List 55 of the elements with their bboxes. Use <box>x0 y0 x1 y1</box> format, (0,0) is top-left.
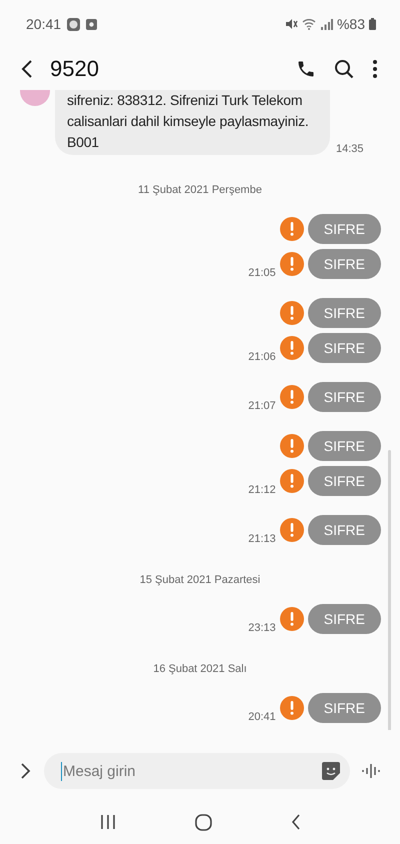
outgoing-message: SIFRE <box>308 298 381 328</box>
failed-warning-icon[interactable] <box>280 336 304 360</box>
outgoing-message: SIFRE <box>308 466 381 496</box>
voice-input-icon[interactable] <box>362 762 382 780</box>
contact-title: 9520 <box>50 56 100 82</box>
scrollbar[interactable] <box>388 450 391 730</box>
outgoing-message: SIFRE <box>308 431 381 461</box>
outgoing-message: SIFRE <box>308 333 381 363</box>
battery-icon <box>369 18 376 30</box>
status-time: 20:41 <box>26 16 62 32</box>
phone-icon[interactable] <box>296 59 316 79</box>
failed-warning-icon[interactable] <box>280 434 304 458</box>
failed-warning-icon[interactable] <box>280 252 304 276</box>
message-time: 21:12 <box>248 484 276 496</box>
outgoing-message: SIFRE <box>308 382 381 412</box>
outgoing-message: SIFRE <box>308 515 381 545</box>
signal-icon <box>320 18 333 30</box>
app-notification-icon <box>67 18 80 30</box>
outgoing-message: SIFRE <box>308 693 381 723</box>
failed-warning-icon[interactable] <box>280 469 304 493</box>
failed-warning-icon[interactable] <box>280 301 304 325</box>
back-icon[interactable] <box>20 59 34 79</box>
failed-warning-icon[interactable] <box>280 696 304 720</box>
date-separator: 16 Şubat 2021 Salı <box>153 663 247 675</box>
expand-icon[interactable] <box>20 762 32 780</box>
message-input-field[interactable]: Mesaj girin <box>44 753 350 789</box>
outgoing-message: SIFRE <box>308 249 381 279</box>
search-icon[interactable] <box>334 59 354 79</box>
wifi-icon <box>302 18 317 30</box>
date-separator: 11 Şubat 2021 Perşembe <box>138 184 262 196</box>
message-time: 21:05 <box>248 267 276 279</box>
message-time: 23:13 <box>248 622 276 634</box>
failed-warning-icon[interactable] <box>280 385 304 409</box>
back-icon[interactable] <box>290 814 300 830</box>
home-icon[interactable] <box>194 814 212 830</box>
recent-apps-icon[interactable] <box>100 814 116 830</box>
failed-warning-icon[interactable] <box>280 518 304 542</box>
more-options-icon[interactable] <box>372 59 378 79</box>
mute-icon <box>284 18 298 30</box>
date-separator: 15 Şubat 2021 Pazartesi <box>140 574 260 586</box>
message-time: 21:13 <box>248 533 276 545</box>
sticker-icon[interactable] <box>322 762 340 780</box>
message-time: 21:07 <box>248 400 276 412</box>
message-time: 20:41 <box>248 711 276 723</box>
outgoing-message: SIFRE <box>308 604 381 634</box>
app-notification-icon <box>86 18 98 30</box>
message-text-input[interactable]: Mesaj girin <box>61 762 322 780</box>
battery-percent: %83 <box>336 16 365 32</box>
message-time: 14:35 <box>336 143 364 155</box>
failed-warning-icon[interactable] <box>280 607 304 631</box>
failed-warning-icon[interactable] <box>280 217 304 241</box>
outgoing-message: SIFRE <box>308 214 381 244</box>
message-time: 21:06 <box>248 351 276 363</box>
avatar <box>20 90 50 106</box>
incoming-message: sifreniz: 838312. Sifrenizi Turk Telekom calisanlari dahil kimseyle paylasmayiniz. B001 <box>55 90 330 155</box>
